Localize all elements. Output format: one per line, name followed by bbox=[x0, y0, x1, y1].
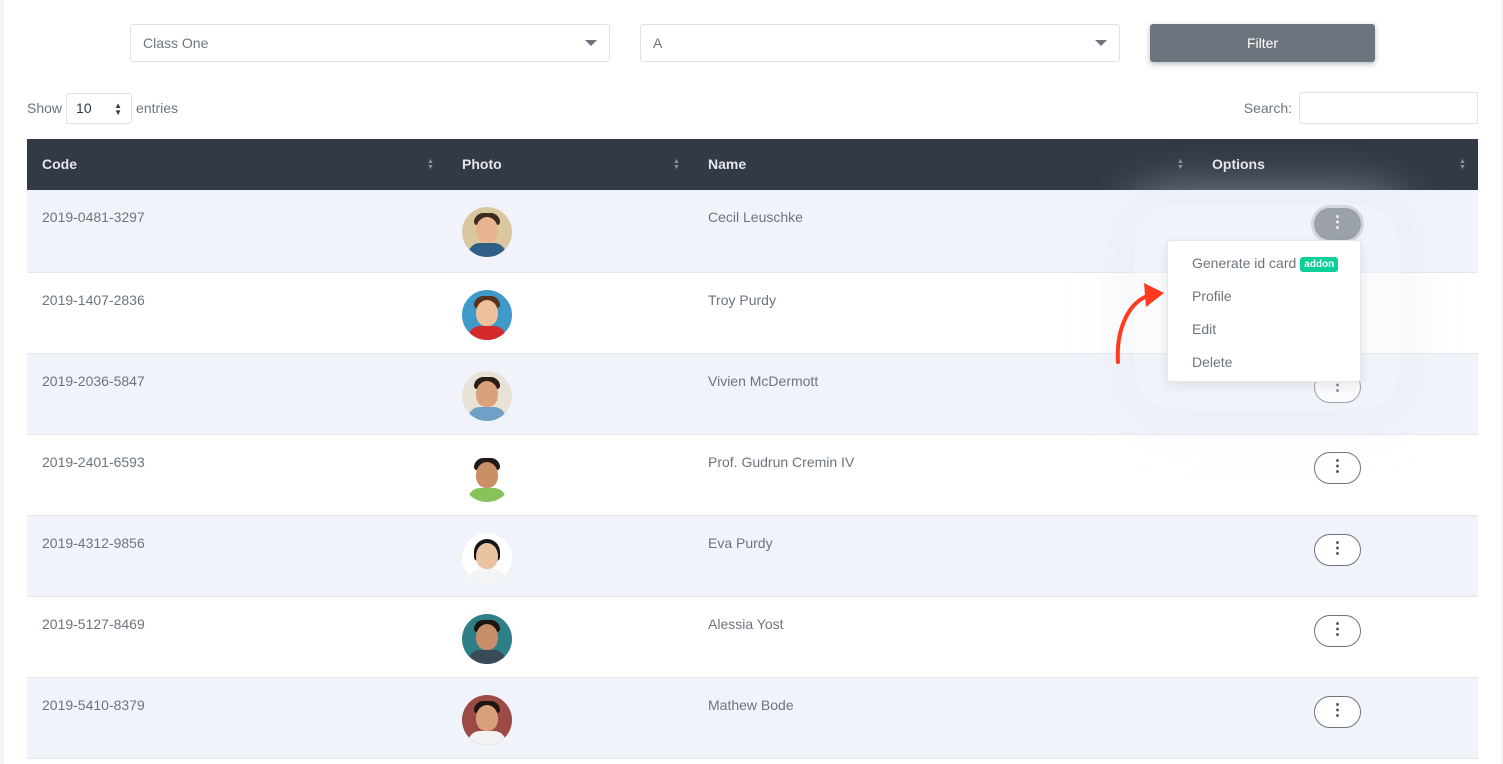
options-button[interactable]: ⋮ bbox=[1314, 696, 1361, 728]
student-photo bbox=[462, 452, 512, 502]
student-photo bbox=[462, 371, 512, 421]
search-input[interactable] bbox=[1299, 92, 1478, 124]
student-name: Mathew Bode bbox=[708, 697, 794, 713]
student-photo bbox=[462, 533, 512, 583]
student-name: Alessia Yost bbox=[708, 616, 784, 632]
student-code: 2019-2036-5847 bbox=[42, 373, 145, 389]
student-name: Vivien McDermott bbox=[708, 373, 819, 389]
class-select[interactable]: Class One bbox=[130, 24, 610, 62]
student-code: 2019-5127-8469 bbox=[42, 616, 145, 632]
addon-badge: addon bbox=[1300, 257, 1339, 272]
filter-button[interactable]: Filter bbox=[1150, 24, 1375, 62]
column-header-options[interactable]: Options bbox=[1212, 139, 1265, 190]
student-name: Troy Purdy bbox=[708, 292, 776, 308]
student-photo bbox=[462, 695, 512, 745]
search-control: Search: bbox=[1244, 92, 1478, 124]
student-code: 2019-4312-9856 bbox=[42, 535, 145, 551]
table-row: 2019-5410-8379 Mathew Bode bbox=[27, 678, 1478, 759]
entries-select-value: 10 bbox=[76, 99, 92, 116]
updown-icon: ▲ ▼ bbox=[114, 100, 123, 117]
entries-select[interactable]: 10 ▲ ▼ bbox=[66, 92, 133, 124]
student-photo bbox=[462, 614, 512, 664]
menu-item-profile[interactable]: Profile bbox=[1168, 280, 1360, 313]
table-row: 2019-2401-6593 Prof. Gudrun Cremin IV bbox=[27, 435, 1478, 516]
student-code: 2019-1407-2836 bbox=[42, 292, 145, 308]
table-row: 2019-4312-9856 Eva Purdy bbox=[27, 516, 1478, 597]
options-button[interactable]: ⋮ bbox=[1314, 452, 1361, 484]
student-name: Prof. Gudrun Cremin IV bbox=[708, 454, 855, 470]
sort-arrows-icon[interactable]: ▲ ▼ bbox=[673, 158, 680, 171]
student-code: 2019-0481-3297 bbox=[42, 209, 145, 225]
caret-down-icon bbox=[1095, 40, 1107, 46]
column-header-code[interactable]: Code bbox=[42, 139, 77, 190]
menu-item-edit[interactable]: Edit bbox=[1168, 313, 1360, 346]
page: Class One A Filter Show 10 ▲ ▼ entries Se… bbox=[4, 0, 1501, 764]
show-label: Show bbox=[27, 100, 63, 116]
student-code: 2019-2401-6593 bbox=[42, 454, 145, 470]
table-row: 2019-5127-8469 Alessia Yost bbox=[27, 597, 1478, 678]
section-select-value: A bbox=[653, 35, 663, 51]
entries-label: entries bbox=[136, 100, 179, 116]
options-button[interactable]: ⋮ bbox=[1314, 534, 1361, 566]
class-select-value: Class One bbox=[143, 35, 209, 51]
student-photo bbox=[462, 290, 512, 340]
menu-item-delete[interactable]: Delete bbox=[1168, 346, 1360, 379]
sort-arrows-icon[interactable]: ▲ ▼ bbox=[427, 158, 434, 171]
length-control: Show 10 ▲ ▼ entries bbox=[27, 92, 178, 124]
search-label: Search: bbox=[1243, 100, 1292, 116]
curved-arrow-icon bbox=[1115, 283, 1164, 364]
student-photo bbox=[462, 207, 512, 257]
column-header-photo[interactable]: Photo bbox=[462, 139, 502, 190]
column-header-name[interactable]: Name bbox=[708, 139, 746, 190]
caret-down-icon bbox=[585, 40, 597, 46]
section-select[interactable]: A bbox=[640, 24, 1120, 62]
menu-item-label: Generate id card bbox=[1192, 255, 1297, 271]
student-code: 2019-5410-8379 bbox=[42, 697, 145, 713]
sort-arrows-icon[interactable]: ▲ ▼ bbox=[1177, 158, 1184, 171]
table-header: Code ▲ ▼ Photo ▲ ▼ Name ▲ ▼ Options ▲ ▼ bbox=[27, 139, 1478, 190]
student-name: Cecil Leuschke bbox=[708, 209, 803, 225]
student-name: Eva Purdy bbox=[708, 535, 773, 551]
options-button[interactable]: ⋮ bbox=[1314, 615, 1361, 647]
options-dropdown: Generate id card addon Profile Edit Delet… bbox=[1167, 240, 1361, 382]
menu-item-generate-id-card[interactable]: Generate id card addon bbox=[1168, 247, 1360, 280]
sort-arrows-icon[interactable]: ▲ ▼ bbox=[1459, 158, 1466, 171]
